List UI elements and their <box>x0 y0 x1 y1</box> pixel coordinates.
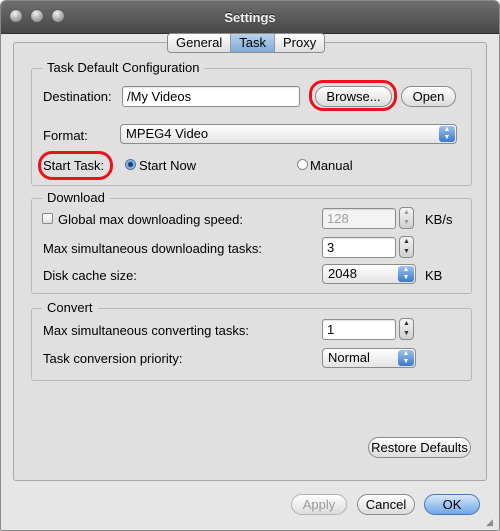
max-download-tasks-label: Max simultaneous downloading tasks: <box>43 241 262 256</box>
global-speed-unit: KB/s <box>425 212 453 227</box>
global-speed-field[interactable]: 128 <box>322 208 396 229</box>
chevron-updown-icon: ▲ ▼ <box>398 350 414 366</box>
task-default-legend: Task Default Configuration <box>42 60 205 75</box>
start-now-radio[interactable] <box>125 159 136 170</box>
global-speed-stepper-icon[interactable]: ▲ ▼ <box>399 207 414 229</box>
format-popup[interactable]: MPEG4 Video ▲ ▼ <box>120 124 457 144</box>
tab-general[interactable]: General <box>168 34 232 52</box>
title-bar[interactable]: Settings <box>1 1 499 34</box>
window-title: Settings <box>224 10 276 25</box>
download-legend: Download <box>42 190 110 205</box>
resize-grip-icon[interactable]: ◢ <box>486 517 496 527</box>
tab-task[interactable]: Task <box>231 34 275 52</box>
global-speed-checkbox[interactable] <box>42 213 53 224</box>
task-tab-panel: Task Default Configuration Destination: … <box>13 42 487 481</box>
manual-radio[interactable] <box>297 159 308 170</box>
chevron-updown-icon: ▲ ▼ <box>439 126 455 142</box>
format-label: Format: <box>43 128 88 143</box>
browse-button[interactable]: Browse... <box>315 86 392 107</box>
open-button[interactable]: Open <box>401 86 456 107</box>
apply-button[interactable]: Apply <box>291 494 347 515</box>
disk-cache-popup[interactable]: 2048 ▲ ▼ <box>322 264 416 284</box>
max-download-tasks-field[interactable]: 3 <box>322 237 396 258</box>
max-convert-tasks-field[interactable]: 1 <box>322 319 396 340</box>
conversion-priority-label: Task conversion priority: <box>43 351 183 366</box>
tab-bar: General Task Proxy <box>167 33 326 53</box>
tab-proxy[interactable]: Proxy <box>274 34 325 52</box>
max-download-tasks-stepper-icon[interactable]: ▲ ▼ <box>399 236 414 258</box>
conversion-priority-popup[interactable]: Normal ▲ ▼ <box>322 348 416 368</box>
cancel-button[interactable]: Cancel <box>357 494 415 515</box>
ok-button[interactable]: OK <box>424 494 480 515</box>
global-speed-label: Global max downloading speed: <box>58 212 244 227</box>
start-now-label: Start Now <box>139 158 197 173</box>
conversion-priority-value: Normal <box>328 350 370 365</box>
chevron-updown-icon: ▲ ▼ <box>398 266 414 282</box>
disk-cache-label: Disk cache size: <box>43 268 137 283</box>
restore-defaults-button[interactable]: Restore Defaults <box>368 437 471 458</box>
manual-label: Manual <box>310 158 353 173</box>
max-convert-tasks-stepper-icon[interactable]: ▲ ▼ <box>399 318 414 340</box>
max-convert-tasks-label: Max simultaneous converting tasks: <box>43 323 249 338</box>
convert-legend: Convert <box>42 300 98 315</box>
disk-cache-value: 2048 <box>328 266 357 281</box>
destination-field[interactable]: /My Videos <box>122 86 300 107</box>
destination-label: Destination: <box>43 89 112 104</box>
settings-window: Settings General Task Proxy Task Default… <box>0 0 500 531</box>
format-value: MPEG4 Video <box>126 126 209 141</box>
disk-cache-unit: KB <box>425 268 443 283</box>
start-task-label: Start Task: <box>43 158 105 173</box>
